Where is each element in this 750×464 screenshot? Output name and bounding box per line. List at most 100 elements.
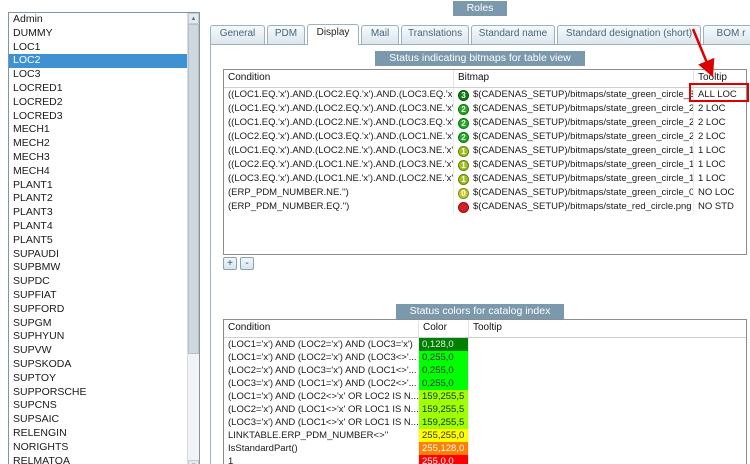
role-list-item[interactable]: NORIGHTS — [9, 441, 187, 455]
role-list-item[interactable]: SUPGM — [9, 317, 187, 331]
role-list-item[interactable]: SUPDC — [9, 275, 187, 289]
bitmap-path: $(CADENAS_SETUP)/bitmaps/state_green_cir… — [473, 187, 694, 198]
role-list-item[interactable]: SUPPORSCHE — [9, 386, 187, 400]
condition-cell: IsStandardPart() — [224, 442, 419, 455]
bitmap-path: $(CADENAS_SETUP)/bitmaps/state_green_cir… — [473, 117, 694, 128]
role-list-item[interactable]: DUMMY — [9, 27, 187, 41]
color-rule-row[interactable]: (LOC2='x') AND (LOC1<>'x' OR LOC1 IS N..… — [224, 403, 746, 416]
color-rule-row[interactable]: IsStandardPart() 255,128,0 — [224, 442, 746, 455]
role-list-item[interactable]: PLANT5 — [9, 234, 187, 248]
color-swatch-cell: 255,128,0 — [419, 442, 469, 455]
role-list-item[interactable]: LOCRED1 — [9, 82, 187, 96]
bitmap-rule-row[interactable]: (ERP_PDM_NUMBER.NE.'') 0 $(CADENAS_SETUP… — [224, 186, 746, 200]
tooltip-cell — [469, 416, 746, 429]
role-list-item[interactable]: PLANT4 — [9, 220, 187, 234]
bitmap-rule-row[interactable]: ((LOC3.EQ.'x').AND.(LOC1.NE.'x').AND.(LO… — [224, 172, 746, 186]
bitmap-rule-row[interactable]: ((LOC1.EQ.'x').AND.(LOC2.EQ.'x').AND.(LO… — [224, 88, 746, 102]
role-list-item[interactable]: RELMATQA — [9, 455, 187, 464]
settings-tab-bar: General PDM Display Mail Translations St… — [210, 24, 750, 45]
tooltip-cell: NO STD — [698, 201, 734, 212]
color-swatch-cell: 255,0,0 — [419, 455, 469, 464]
roles-settings-screen: Roles Admin DUMMY LOC1 LOC2 LOC3 LOCRED1… — [0, 0, 750, 464]
tab-standard-designation-short[interactable]: Standard designation (short) — [557, 25, 701, 44]
bitmap-rule-row[interactable]: ((LOC1.EQ.'x').AND.(LOC2.NE.'x').AND.(LO… — [224, 116, 746, 130]
bitmap-rule-row[interactable]: (ERP_PDM_NUMBER.EQ.'') $(CADENAS_SETUP)/… — [224, 200, 746, 214]
role-list-item[interactable]: SUPFORD — [9, 303, 187, 317]
role-list-item[interactable]: RELENGIN — [9, 427, 187, 441]
bitmaps-section-caption-wrap: Status indicating bitmaps for table view — [211, 51, 749, 66]
tab-bom[interactable]: BOM r — [703, 25, 750, 44]
color-swatch-cell: 255,255,0 — [419, 429, 469, 442]
bitmap-rule-row[interactable]: ((LOC1.EQ.'x').AND.(LOC2.EQ.'x').AND.(LO… — [224, 102, 746, 116]
bitmap-path: $(CADENAS_SETUP)/bitmaps/state_green_cir… — [473, 89, 694, 100]
role-list-item[interactable]: MECH3 — [9, 151, 187, 165]
role-list-item-selected[interactable]: LOC2 — [9, 54, 187, 69]
role-list-item[interactable]: SUPHYUN — [9, 330, 187, 344]
state-circle-2-icon: 2 — [458, 103, 469, 115]
condition-cell: (LOC3='x') AND (LOC1<>'x' OR LOC1 IS N..… — [224, 416, 419, 429]
scrollbar-thumb[interactable] — [188, 24, 199, 354]
color-swatch-cell: 159,255,5 — [419, 416, 469, 429]
role-list-item[interactable]: MECH1 — [9, 123, 187, 137]
tooltip-cell — [469, 429, 746, 442]
tab-standard-name[interactable]: Standard name — [471, 25, 555, 44]
state-circle-3-icon: 3 — [458, 89, 469, 101]
role-list-item[interactable]: MECH2 — [9, 137, 187, 151]
role-list-scrollbar[interactable]: ▲ ▼ — [187, 13, 199, 464]
bitmap-cell: 2 $(CADENAS_SETUP)/bitmaps/state_green_c… — [454, 116, 694, 130]
role-list-item[interactable]: PLANT1 — [9, 179, 187, 193]
bitmaps-table-buttons: + - — [223, 257, 254, 270]
role-list-item[interactable]: SUPSAIC — [9, 413, 187, 427]
remove-row-button[interactable]: - — [240, 257, 254, 270]
color-rule-row[interactable]: 1 255,0,0 — [224, 455, 746, 464]
color-rule-row[interactable]: (LOC1='x') AND (LOC2<>'x' OR LOC2 IS N..… — [224, 390, 746, 403]
role-list-item[interactable]: Admin — [9, 13, 187, 27]
scroll-down-icon[interactable]: ▼ — [188, 460, 199, 464]
state-circle-1-icon: 1 — [458, 159, 469, 171]
color-rule-row[interactable]: (LOC1='x') AND (LOC2='x') AND (LOC3<>'..… — [224, 351, 746, 364]
bitmap-rule-row[interactable]: ((LOC2.EQ.'x').AND.(LOC1.NE.'x').AND.(LO… — [224, 158, 746, 172]
bitmaps-table-header: Condition Bitmap Tooltip — [224, 70, 746, 88]
add-row-button[interactable]: + — [223, 257, 237, 270]
condition-cell: LINKTABLE.ERP_PDM_NUMBER<>'' — [224, 429, 419, 442]
tooltip-cell: 1 LOC — [698, 173, 726, 184]
bitmap-rule-row[interactable]: ((LOC1.EQ.'x').AND.(LOC2.NE.'x').AND.(LO… — [224, 144, 746, 158]
scroll-up-icon[interactable]: ▲ — [188, 13, 199, 24]
role-list-item[interactable]: SUPSKODA — [9, 358, 187, 372]
condition-cell: ((LOC1.EQ.'x').AND.(LOC2.NE.'x').AND.(LO… — [224, 116, 454, 130]
bitmap-path: $(CADENAS_SETUP)/bitmaps/state_green_cir… — [473, 159, 694, 170]
role-list-item[interactable]: PLANT3 — [9, 206, 187, 220]
role-list-item[interactable]: SUPAUDI — [9, 248, 187, 262]
color-swatch-cell: 159,255,5 — [419, 390, 469, 403]
color-rule-row[interactable]: (LOC3='x') AND (LOC1<>'x' OR LOC1 IS N..… — [224, 416, 746, 429]
tab-mail[interactable]: Mail — [361, 25, 399, 44]
role-list-item[interactable]: LOCRED2 — [9, 96, 187, 110]
bitmap-rule-row[interactable]: ((LOC2.EQ.'x').AND.(LOC3.EQ.'x').AND.(LO… — [224, 130, 746, 144]
bitmap-path: $(CADENAS_SETUP)/bitmaps/state_red_circl… — [473, 201, 692, 212]
role-list-item[interactable]: SUPBMW — [9, 261, 187, 275]
tab-translations[interactable]: Translations — [401, 25, 469, 44]
role-list-item[interactable]: LOCRED3 — [9, 110, 187, 124]
tab-display[interactable]: Display — [307, 24, 359, 45]
role-list-item[interactable]: SUPCNS — [9, 399, 187, 413]
role-list-item[interactable]: PLANT2 — [9, 192, 187, 206]
role-list-item[interactable]: LOC1 — [9, 41, 187, 55]
color-rule-row[interactable]: (LOC2='x') AND (LOC3='x') AND (LOC1<>'..… — [224, 364, 746, 377]
role-list-item[interactable]: SUPTOY — [9, 372, 187, 386]
tooltip-cell: NO LOC — [698, 187, 735, 198]
tooltip-cell — [469, 377, 746, 390]
role-list-item[interactable]: LOC3 — [9, 68, 187, 82]
condition-cell: (LOC1='x') AND (LOC2='x') AND (LOC3='x') — [224, 338, 419, 351]
color-rule-row[interactable]: (LOC1='x') AND (LOC2='x') AND (LOC3='x')… — [224, 338, 746, 351]
role-list-items: Admin DUMMY LOC1 LOC2 LOC3 LOCRED1 LOCRE… — [9, 13, 187, 464]
tab-general[interactable]: General — [210, 25, 265, 44]
color-rule-row[interactable]: (LOC3='x') AND (LOC1='x') AND (LOC2<>'..… — [224, 377, 746, 390]
tab-pdm[interactable]: PDM — [267, 25, 305, 44]
role-list-item[interactable]: SUPVW — [9, 344, 187, 358]
tooltip-cell — [469, 351, 746, 364]
color-rule-row[interactable]: LINKTABLE.ERP_PDM_NUMBER<>'' 255,255,0 — [224, 429, 746, 442]
tooltip-cell: 1 LOC — [698, 145, 726, 156]
role-list-item[interactable]: MECH4 — [9, 165, 187, 179]
role-list-item[interactable]: SUPFIAT — [9, 289, 187, 303]
colors-table: Condition Color Tooltip (LOC1='x') AND (… — [223, 319, 747, 464]
